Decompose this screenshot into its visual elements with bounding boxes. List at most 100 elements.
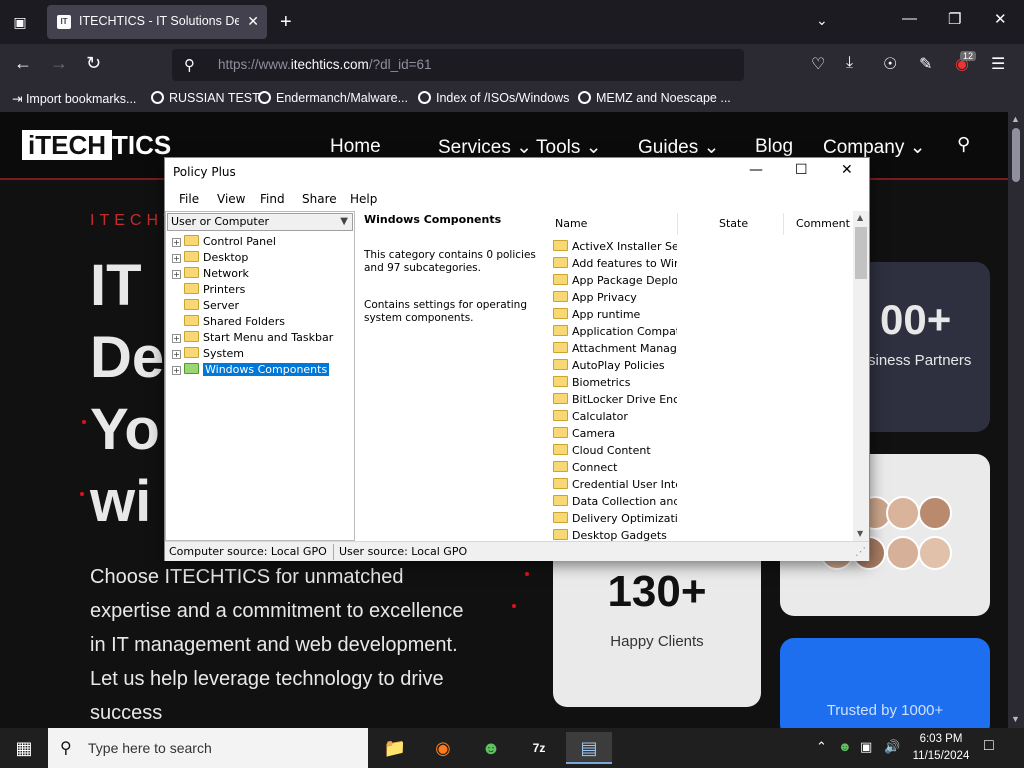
tree-item-printers[interactable]: Printers	[172, 283, 245, 299]
scope-select[interactable]: User or Computer ▼	[167, 213, 353, 231]
tab-list-icon[interactable]: ▣	[8, 10, 32, 34]
users-app-icon[interactable]: ☻	[468, 732, 514, 764]
close-icon[interactable]: ✕	[841, 162, 853, 178]
list-item[interactable]: Credential User Inter...	[553, 478, 677, 491]
menu-find[interactable]: Find	[260, 192, 285, 206]
browser-tab-active[interactable]: IT ITECHTICS - IT Solutions Design ✕	[47, 5, 267, 39]
list-item[interactable]: Desktop Gadgets	[553, 529, 677, 541]
back-icon[interactable]: ←	[14, 53, 32, 74]
resize-grip-icon[interactable]: ⋰	[855, 545, 866, 558]
scroll-up-icon[interactable]: ▲	[1011, 114, 1020, 124]
menu-file[interactable]: File	[179, 192, 199, 206]
column-divider[interactable]	[783, 213, 784, 235]
tree-item-windows-components[interactable]: + Windows Components	[172, 363, 330, 379]
bookmark-endermanch[interactable]: Endermanch/Malware...	[258, 91, 408, 105]
scroll-up-icon[interactable]: ▲	[857, 213, 863, 222]
window-titlebar[interactable]: Policy Plus — ☐ ✕	[165, 158, 869, 188]
file-explorer-icon[interactable]: 📁	[372, 732, 418, 764]
close-window-icon[interactable]: ✕	[994, 10, 1007, 28]
network-icon[interactable]: ▣	[860, 739, 872, 755]
tree-item-control-panel[interactable]: + Control Panel	[172, 235, 276, 251]
expand-icon[interactable]: +	[172, 254, 181, 263]
bookmark-isos[interactable]: Index of /ISOs/Windows	[418, 91, 569, 105]
restore-icon[interactable]: ❐	[948, 10, 961, 28]
firefox-icon[interactable]: ◉	[420, 732, 466, 764]
list-item[interactable]: App Privacy	[553, 291, 677, 304]
extensions-icon[interactable]: ✎	[919, 54, 932, 74]
tree-item-server[interactable]: Server	[172, 299, 239, 315]
menu-view[interactable]: View	[217, 192, 245, 206]
list-item[interactable]: Camera	[553, 427, 677, 440]
notifications-icon[interactable]: □	[984, 737, 994, 755]
column-divider[interactable]	[677, 213, 678, 235]
list-scrollbar[interactable]: ▲ ▼	[853, 211, 869, 541]
list-item[interactable]: App Package Deplo...	[553, 274, 677, 287]
column-header-state[interactable]: State	[719, 217, 748, 230]
list-item[interactable]: App runtime	[553, 308, 677, 321]
downloads-icon[interactable]: ⤓	[846, 54, 853, 72]
forward-icon[interactable]: →	[50, 53, 68, 74]
site-search-icon[interactable]: ⚲	[957, 134, 970, 155]
column-header-name[interactable]: Name	[555, 217, 587, 230]
tree-item-shared-folders[interactable]: Shared Folders	[172, 315, 285, 331]
nav-services[interactable]: Services ⌄	[438, 136, 532, 159]
minimize-icon[interactable]: —	[749, 162, 763, 178]
maximize-icon[interactable]: ☐	[795, 162, 808, 178]
bookmark-import[interactable]: ⇥ Import bookmarks...	[12, 91, 136, 106]
column-header-comment[interactable]: Comment	[796, 217, 850, 230]
page-scrollbar[interactable]: ▲ ▼	[1008, 112, 1024, 728]
taskbar-search-box[interactable]: ⚲ Type here to search	[48, 728, 368, 768]
7zip-icon[interactable]: 7z	[516, 732, 562, 764]
expand-icon[interactable]: +	[172, 366, 181, 375]
list-item[interactable]: Add features to Win...	[553, 257, 677, 270]
tree-item-network[interactable]: + Network	[172, 267, 249, 283]
scroll-down-icon[interactable]: ▼	[857, 529, 863, 538]
tray-overflow-chevron-icon[interactable]: ⌃	[816, 739, 827, 755]
nav-blog[interactable]: Blog	[755, 136, 793, 158]
list-item[interactable]: Connect	[553, 461, 677, 474]
reload-icon[interactable]: ↻	[86, 53, 101, 74]
pocket-icon[interactable]: ♡	[811, 54, 825, 74]
tab-close-icon[interactable]: ✕	[247, 13, 259, 30]
tree-item-desktop[interactable]: + Desktop	[172, 251, 248, 267]
scroll-thumb[interactable]	[1012, 128, 1020, 182]
bookmark-russian-test[interactable]: RUSSIAN TEST	[151, 91, 260, 105]
list-item[interactable]: Delivery Optimization	[553, 512, 677, 525]
nav-guides[interactable]: Guides ⌄	[638, 136, 719, 159]
menu-share[interactable]: Share	[302, 192, 337, 206]
windows-start-icon[interactable]: ▦	[0, 728, 48, 768]
list-scroll-thumb[interactable]	[855, 227, 867, 279]
list-item[interactable]: BitLocker Drive Enc...	[553, 393, 677, 406]
url-text[interactable]: https://www.itechtics.com/?dl_id=61	[218, 57, 432, 72]
account-icon[interactable]: ☉	[883, 54, 897, 74]
list-item[interactable]: Cloud Content	[553, 444, 677, 457]
list-item[interactable]: AutoPlay Policies	[553, 359, 677, 372]
policy-plus-taskbar-icon[interactable]: ▤	[566, 732, 612, 764]
volume-icon[interactable]: 🔊	[884, 739, 900, 755]
address-bar[interactable]: ⚲ https://www.itechtics.com/?dl_id=61	[172, 49, 744, 81]
nav-company[interactable]: Company ⌄	[823, 136, 926, 159]
site-logo[interactable]: iTECH TICS	[22, 130, 171, 160]
list-item[interactable]: Application Compati...	[553, 325, 677, 338]
nav-tools[interactable]: Tools ⌄	[536, 136, 602, 159]
list-item[interactable]: Data Collection and ...	[553, 495, 677, 508]
expand-icon[interactable]: +	[172, 334, 181, 343]
scroll-down-icon[interactable]: ▼	[1011, 714, 1020, 724]
system-clock[interactable]: 6:03 PM 11/15/2024	[906, 731, 976, 765]
tree-item-start-menu[interactable]: + Start Menu and Taskbar	[172, 331, 333, 347]
nav-home[interactable]: Home	[330, 136, 381, 158]
menu-icon[interactable]: ☰	[991, 54, 1005, 74]
list-item[interactable]: Calculator	[553, 410, 677, 423]
expand-icon[interactable]: +	[172, 350, 181, 359]
expand-icon[interactable]: +	[172, 270, 181, 279]
list-item[interactable]: ActiveX Installer Ser...	[553, 240, 677, 253]
menu-help[interactable]: Help	[350, 192, 377, 206]
minimize-icon[interactable]: —	[902, 10, 917, 27]
tray-users-icon[interactable]: ☻	[838, 739, 852, 754]
bookmark-memz[interactable]: MEMZ and Noescape ...	[578, 91, 731, 105]
list-item[interactable]: Biometrics	[553, 376, 677, 389]
list-all-tabs-chevron-icon[interactable]: ⌄	[816, 12, 828, 29]
list-item[interactable]: Attachment Manager	[553, 342, 677, 355]
tree-item-system[interactable]: + System	[172, 347, 244, 363]
new-tab-icon[interactable]: +	[280, 10, 292, 34]
